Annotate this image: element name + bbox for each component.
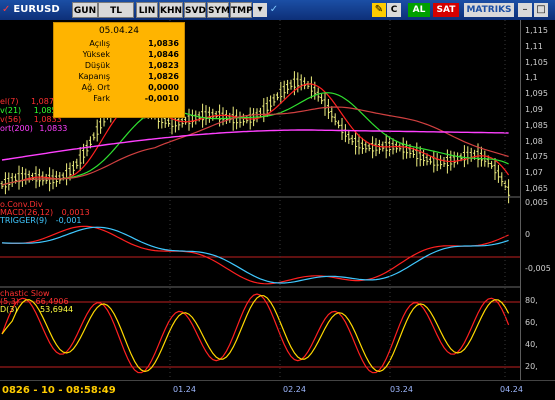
ma-200-line [1, 129, 509, 161]
tooltip-row: Yüksek 1,0846 [82, 50, 179, 59]
x-label: 04.24 [500, 385, 523, 394]
macd-y-tick: 0,005 [525, 198, 548, 207]
x-label: 03.24 [390, 385, 413, 394]
template-button[interactable]: TMP [230, 2, 253, 18]
x-label: 01.24 [173, 385, 196, 394]
check-icon[interactable]: ✓ [267, 3, 281, 17]
khn-button[interactable]: KHN [159, 2, 183, 18]
tooltip-date: 05.04.24 [98, 26, 140, 36]
price-y-tick: 1,11 [525, 41, 543, 51]
sell-button[interactable]: SAT [433, 3, 459, 17]
sym-button[interactable]: SYM [207, 2, 230, 18]
buy-button[interactable]: AL [408, 3, 430, 17]
price-y-tick: 1,105 [525, 57, 548, 67]
price-y-tick: 1,09 [525, 105, 543, 114]
y-axis: 1,115 1,11 1,105 1,1 1,095 1,09 1,085 1,08 1,075… [520, 20, 555, 380]
tooltip-row: Açılış 1,0836 [89, 39, 179, 48]
legend-stoch-d: D(3) 53,6944 [0, 305, 74, 314]
price-y-tick: 1,075 [525, 152, 548, 162]
stoch-y-tick: 80, [525, 296, 538, 305]
macd-line [1, 225, 509, 285]
tooltip-row: Kapanış 1,0826 [78, 72, 179, 81]
price-y-tick: 1,115 [525, 26, 548, 35]
brand-label: MATRIKS [464, 3, 514, 17]
legend-price-4: ort(200) 1,0833 [0, 124, 68, 133]
ohlc-tooltip: 05.04.24 Açılış 1,0836 Yüksek 1,0846 Düşük… [53, 22, 185, 118]
trigger-line [1, 226, 509, 284]
price-y-tick: 1,065 [525, 184, 548, 193]
legend-trigger: TRIGGER(9) -0,001 [0, 216, 82, 225]
macd-panel [0, 225, 520, 285]
tooltip-row: Fark -0,0010 [93, 94, 179, 103]
linear-button[interactable]: LIN [136, 2, 158, 18]
macd-y-tick: -0,005 [525, 264, 551, 273]
red-chart-icon: ✓ [2, 4, 11, 15]
period-button[interactable]: GUN [72, 2, 98, 18]
price-y-tick: 1,1 [525, 73, 538, 83]
chevron-down-icon[interactable]: ▾ [253, 3, 267, 17]
symbol-label[interactable]: ✓ EURUSD [2, 2, 60, 18]
stoch-y-tick: 40, [525, 340, 538, 349]
stochastic-panel [0, 293, 520, 374]
pencil-icon[interactable]: ✎ [372, 3, 386, 17]
stoch-k-line [1, 293, 510, 374]
time-axis-bar: 0826 - 10 - 08:58:49 01.24 02.24 03.24 0… [0, 380, 555, 400]
tooltip-row: Ağ. Ort 0,0000 [81, 83, 179, 92]
c-button[interactable]: C [387, 3, 401, 17]
volume-button[interactable]: SVD [184, 2, 206, 18]
tooltip-row: Düşük 1,0823 [84, 61, 179, 70]
minimize-icon[interactable]: – [518, 3, 532, 17]
price-y-tick: 1,085 [525, 120, 548, 130]
stoch-y-tick: 60, [525, 318, 538, 327]
x-label: 02.24 [283, 385, 306, 394]
stoch-y-tick: 20, [525, 362, 538, 371]
chart-toolbar: ✓ EURUSD GUN TL LIN KHN SVD SYM TMP ▾ ✓ ✎… [0, 0, 555, 20]
legend-price-1: el(7) 1,087 [0, 97, 54, 106]
macd-y-tick: 0 [525, 230, 531, 239]
currency-button[interactable]: TL [98, 2, 134, 18]
price-y-tick: 1,07 [525, 168, 543, 178]
maximize-icon[interactable]: □ [534, 3, 548, 17]
clock-readout: 0826 - 10 - 08:58:49 [0, 382, 116, 399]
price-y-tick: 1,095 [525, 89, 548, 99]
price-y-tick: 1,08 [525, 136, 543, 146]
